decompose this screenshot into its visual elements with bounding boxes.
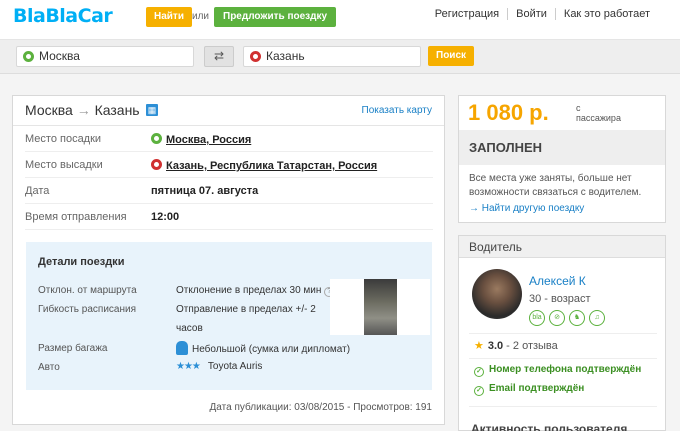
from-value: Москва: [39, 49, 80, 63]
find-other-trip-link[interactable]: → Найти другую поездку: [469, 203, 584, 214]
departure-time-value: 12:00: [151, 211, 180, 223]
date-label: Дата: [25, 185, 50, 197]
price-value: 1 080 р.: [468, 100, 549, 125]
car-photo[interactable]: [330, 279, 430, 335]
deviation-value: Отклонение в пределах 30 мин ?: [176, 285, 335, 297]
full-status: ЗАПОЛНЕН: [469, 140, 543, 155]
rating-value: 3.0: [487, 340, 504, 352]
check-icon: ✓: [474, 386, 484, 396]
email-verified: ✓ Email подтверждён: [474, 383, 584, 396]
driver-heading: Водитель: [469, 240, 523, 254]
origin-ring-icon: [151, 133, 162, 144]
no-smoking-icon[interactable]: ⊘: [549, 310, 565, 326]
luggage-value: Небольшой (сумка или дипломат): [176, 341, 350, 355]
dropoff-value[interactable]: Казань, Республика Татарстан, Россия: [151, 159, 377, 172]
trip-details-panel: Москва → Казань ▦ Показать карту Место п…: [12, 95, 445, 425]
from-field[interactable]: Москва: [16, 46, 194, 67]
bla-icon[interactable]: bla: [529, 310, 545, 326]
dropoff-label: Место высадки: [25, 159, 103, 171]
date-value: пятница 07. августа: [151, 185, 259, 197]
departure-time-row: Время отправления 12:00: [25, 204, 433, 230]
driver-box: Водитель Алексей К 30 - возраст bla ⊘ ♞ …: [458, 235, 666, 431]
route-title: Москва → Казань: [25, 102, 140, 118]
offer-ride-button[interactable]: Предложить поездку: [214, 7, 337, 27]
driver-avatar[interactable]: [472, 269, 522, 319]
pickup-value[interactable]: Москва, Россия: [151, 133, 251, 146]
route-to: Казань: [94, 102, 140, 118]
check-icon: ✓: [474, 367, 484, 377]
price-box: 1 080 р. с пассажира ЗАПОЛНЕН Все места у…: [458, 95, 666, 223]
pickup-row: Место посадки Москва, Россия: [25, 126, 433, 152]
blablacar-logo[interactable]: BlaBlaCar: [13, 5, 113, 27]
details-title: Детали поездки: [38, 256, 125, 268]
search-bar: Москва ⇄ Казань: [0, 40, 680, 74]
luggage-icon: [176, 341, 188, 355]
destination-ring-icon: [151, 159, 162, 170]
star-icon: ★: [474, 340, 484, 352]
or-text: или: [192, 11, 210, 22]
flex-value-line1: Отправление в пределах +/- 2: [176, 304, 316, 315]
rating-count: - 2 отзыва: [506, 340, 558, 352]
driver-preferences: bla ⊘ ♞ ♫: [529, 310, 609, 326]
nav-register-link[interactable]: Регистрация: [427, 8, 507, 20]
nav-login-link[interactable]: Войти: [507, 8, 555, 20]
driver-name[interactable]: Алексей К: [529, 274, 586, 288]
divider: [469, 333, 657, 334]
car-value: ★★★ Toyota Auris: [176, 361, 263, 372]
publication-info: Дата публикации: 03/08/2015 - Просмотров…: [209, 402, 432, 413]
origin-marker-icon: [23, 51, 34, 62]
show-map-link[interactable]: Показать карту: [362, 105, 432, 116]
nav-how-it-works-link[interactable]: Как это работает: [554, 8, 658, 20]
price-per-passenger: с пассажира: [576, 103, 621, 123]
divider: [469, 406, 657, 407]
date-row: Дата пятница 07. августа: [25, 178, 433, 204]
deviation-label: Отклон. от маршрута: [38, 285, 137, 296]
divider: [469, 358, 657, 359]
pickup-label: Место посадки: [25, 133, 102, 145]
flex-label: Гибкость расписания: [38, 304, 136, 315]
route-arrow: →: [76, 102, 91, 118]
dropoff-row: Место высадки Казань, Республика Татарст…: [25, 152, 433, 178]
phone-verified: ✓ Номер телефона подтверждён: [474, 364, 641, 377]
trip-details-box: Детали поездки Отклон. от маршрута Откло…: [26, 242, 432, 390]
full-status-bar: ЗАПОЛНЕН: [459, 130, 665, 165]
user-activity-heading: Активность пользователя: [471, 422, 628, 431]
driver-header: Водитель: [459, 236, 665, 258]
to-field[interactable]: Казань: [243, 46, 421, 67]
swap-arrows-icon[interactable]: ⇄: [204, 46, 234, 67]
comfort-stars-icon: ★★★: [176, 361, 201, 372]
pet-icon[interactable]: ♞: [569, 310, 585, 326]
full-message: Все места уже заняты, больше нет возможн…: [469, 173, 642, 198]
departure-time-label: Время отправления: [25, 211, 127, 223]
driver-age: 30 - возраст: [529, 293, 591, 305]
to-value: Казань: [266, 49, 305, 63]
search-button[interactable]: Поиск: [428, 46, 475, 66]
car-label: Авто: [38, 362, 60, 373]
driver-rating[interactable]: ★ 3.0- 2 отзыва: [474, 339, 558, 352]
top-nav: Регистрация Войти Как это работает: [427, 8, 658, 20]
destination-marker-icon: [250, 51, 261, 62]
music-icon[interactable]: ♫: [589, 310, 605, 326]
find-button[interactable]: Найти: [146, 7, 192, 27]
route-from: Москва: [25, 102, 73, 118]
flex-value-line2: часов: [176, 323, 203, 334]
top-header: BlaBlaCar Найти или Предложить поездку Р…: [0, 0, 680, 40]
luggage-label: Размер багажа: [38, 343, 108, 354]
route-header: Москва → Казань ▦ Показать карту: [13, 96, 444, 126]
map-icon[interactable]: ▦: [146, 104, 158, 116]
